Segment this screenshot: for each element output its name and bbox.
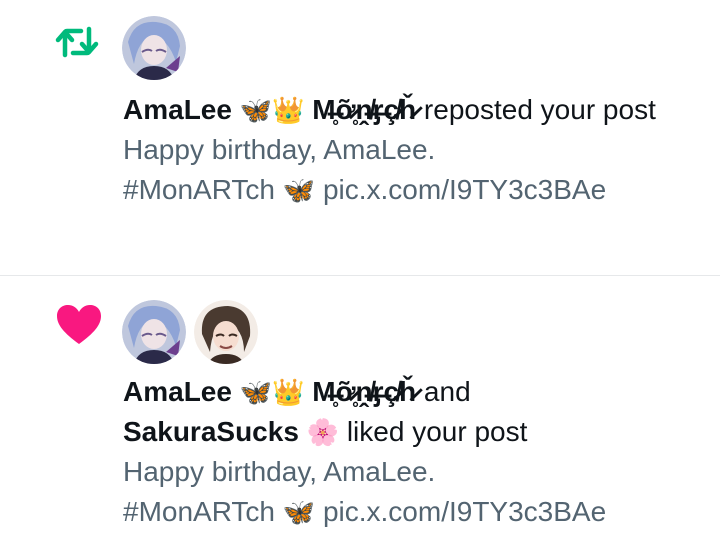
actor-name-2[interactable]: SakuraSucks 🌸 bbox=[123, 416, 339, 447]
connector-text: and bbox=[416, 376, 471, 407]
avatar-group bbox=[122, 16, 186, 80]
notification-text: AmaLee 🦋👑 M̶̥ỡ̷̥ṋ̸̶ᶉ̶ç̸̷̷ȟ̷ reposted you… bbox=[123, 90, 703, 210]
avatar-group bbox=[122, 300, 258, 364]
actor-name[interactable]: AmaLee 🦋👑 M̶̥ỡ̷̥ṋ̸̶ᶉ̶ç̸̷̷ȟ̷ bbox=[123, 94, 416, 125]
snippet-text: Happy birthday, AmaLee. bbox=[123, 134, 436, 165]
snippet-text: Happy birthday, AmaLee. bbox=[123, 456, 436, 487]
repost-icon bbox=[53, 22, 101, 62]
sakurasucks-avatar[interactable] bbox=[194, 300, 258, 364]
butterfly-emoji: 🦋 bbox=[282, 175, 316, 205]
amalee-avatar[interactable] bbox=[122, 16, 186, 80]
post-snippet[interactable]: Happy birthday, AmaLee. #MonARTch 🦋 pic.… bbox=[123, 452, 703, 532]
heart-icon bbox=[56, 304, 102, 346]
post-snippet[interactable]: Happy birthday, AmaLee. #MonARTch 🦋 pic.… bbox=[123, 130, 703, 210]
notification-repost[interactable]: AmaLee 🦋👑 M̶̥ỡ̷̥ṋ̸̶ᶉ̶ç̸̷̷ȟ̷ reposted you… bbox=[0, 0, 720, 275]
notification-like[interactable]: AmaLee 🦋👑 M̶̥ỡ̷̥ṋ̸̶ᶉ̶ç̸̷̷ȟ̷ and SakuraSu… bbox=[0, 276, 720, 550]
pic-link[interactable]: pic.x.com/I9TY3c3BAe bbox=[323, 174, 606, 205]
butterfly-emoji: 🦋 bbox=[282, 497, 316, 527]
action-text: reposted your post bbox=[416, 94, 656, 125]
hashtag[interactable]: #MonARTch bbox=[123, 174, 275, 205]
amalee-avatar[interactable] bbox=[122, 300, 186, 364]
notification-text: AmaLee 🦋👑 M̶̥ỡ̷̥ṋ̸̶ᶉ̶ç̸̷̷ȟ̷ and SakuraSu… bbox=[123, 372, 703, 532]
action-text: liked your post bbox=[339, 416, 528, 447]
actor-name[interactable]: AmaLee 🦋👑 M̶̥ỡ̷̥ṋ̸̶ᶉ̶ç̸̷̷ȟ̷ bbox=[123, 376, 416, 407]
hashtag[interactable]: #MonARTch bbox=[123, 496, 275, 527]
pic-link[interactable]: pic.x.com/I9TY3c3BAe bbox=[323, 496, 606, 527]
